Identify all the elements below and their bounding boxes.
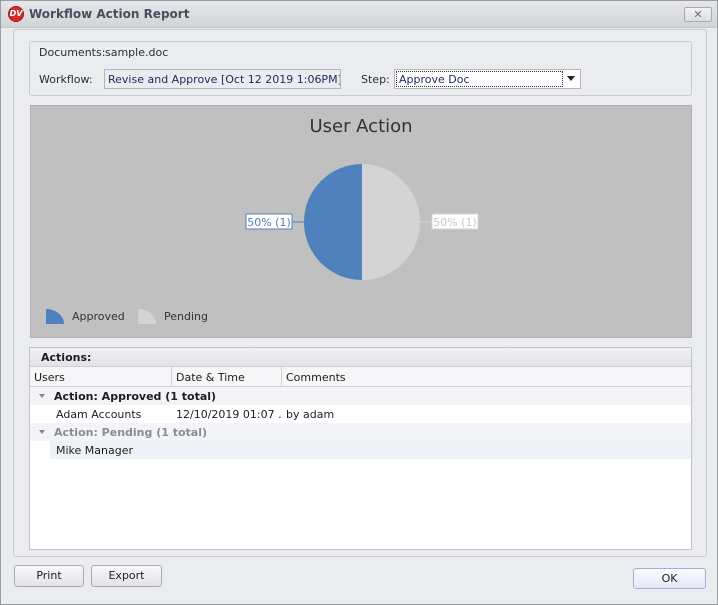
column-header-comments[interactable]: Comments xyxy=(282,367,691,386)
legend-swatch-pending xyxy=(138,309,156,324)
table-row[interactable]: Adam Accounts 12/10/2019 01:07 ... by ad… xyxy=(50,405,691,423)
collapse-icon[interactable] xyxy=(39,430,45,434)
workflow-field[interactable]: Revise and Approve [Oct 12 2019 1:06PM] xyxy=(104,69,341,89)
column-header-users[interactable]: Users xyxy=(30,367,172,386)
group-label: Action: Pending (1 total) xyxy=(54,425,208,439)
pie-slice-approved xyxy=(304,164,362,280)
user-action-chart: User Action 50% (1) 50% (1) Approved Pending xyxy=(30,105,692,338)
print-button[interactable]: Print xyxy=(14,565,84,587)
workflow-label: Workflow: xyxy=(39,73,93,86)
documents-value: sample.doc xyxy=(105,46,169,59)
actions-panel: Actions: Users Date & Time Comments Acti… xyxy=(29,347,692,550)
cell-datetime: 12/10/2019 01:07 ... xyxy=(176,407,282,421)
group-label: Action: Approved (1 total) xyxy=(54,389,217,403)
group-row-approved[interactable]: Action: Approved (1 total) xyxy=(30,387,691,405)
title-bar: DV Workflow Action Report ✕ xyxy=(1,1,717,28)
step-dropdown[interactable]: Approve Doc xyxy=(394,69,581,89)
legend-label-pending: Pending xyxy=(164,310,208,323)
chart-title: User Action xyxy=(309,116,412,137)
column-header-date-time[interactable]: Date & Time xyxy=(172,367,282,386)
ok-button[interactable]: OK xyxy=(633,568,706,589)
window-title: Workflow Action Report xyxy=(29,7,190,21)
export-button[interactable]: Export xyxy=(91,565,162,587)
cell-user: Adam Accounts xyxy=(56,407,142,421)
collapse-icon[interactable] xyxy=(39,394,45,398)
cell-comment: by adam xyxy=(286,407,335,421)
documents-label: Documents: xyxy=(39,46,106,59)
group-row-pending[interactable]: Action: Pending (1 total) xyxy=(30,423,691,441)
pie-data-label: 50% (1) xyxy=(247,216,291,229)
app-logo-icon: DV xyxy=(8,6,24,22)
step-value: Approve Doc xyxy=(396,71,563,87)
actions-title: Actions: xyxy=(30,348,691,367)
dialog-window: DV Workflow Action Report ✕ Documents: s… xyxy=(0,0,718,605)
legend-swatch-approved xyxy=(46,309,64,324)
pie-slice-pending xyxy=(362,164,420,280)
legend-label-approved: Approved xyxy=(72,310,125,323)
pie-data-label: 50% (1) xyxy=(433,216,477,229)
table-row[interactable]: Mike Manager xyxy=(50,441,691,459)
close-button[interactable]: ✕ xyxy=(684,7,712,22)
cell-user: Mike Manager xyxy=(56,443,134,457)
column-headers: Users Date & Time Comments xyxy=(30,367,691,387)
pie-chart-svg: User Action 50% (1) 50% (1) Approved Pending xyxy=(46,116,479,324)
chevron-down-icon[interactable] xyxy=(567,76,575,81)
step-label: Step: xyxy=(361,73,390,86)
